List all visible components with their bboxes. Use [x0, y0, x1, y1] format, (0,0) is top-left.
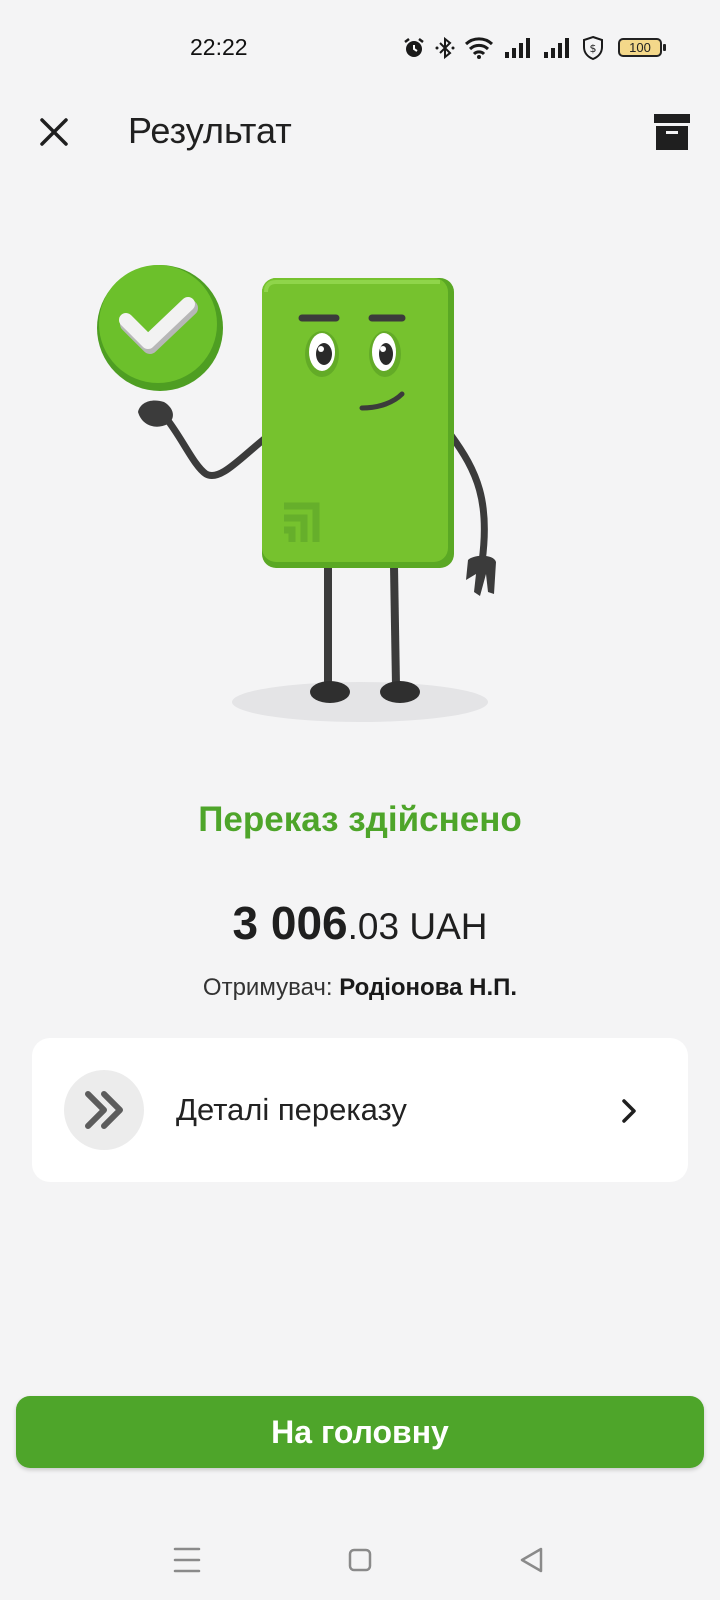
nav-home-button[interactable]: [336, 1536, 384, 1584]
transfer-status: Переказ здійснено: [198, 800, 522, 839]
battery-indicator: 100: [618, 38, 666, 57]
close-icon: [40, 118, 68, 146]
mascot-right-arm: [446, 430, 488, 566]
recipient-name: Родіонова Н.П.: [339, 974, 518, 1001]
success-mascot-illustration: [97, 265, 496, 722]
menu-icon: [173, 1547, 201, 1573]
recipient-line: Отримувач: Родіонова Н.П.: [0, 974, 720, 1002]
page-title: Результат: [128, 110, 292, 151]
check-badge-icon: [97, 265, 223, 391]
signal-icon: [544, 38, 569, 58]
nav-back-button[interactable]: [508, 1536, 556, 1584]
svg-text:$: $: [590, 42, 597, 55]
go-home-button[interactable]: На головну: [16, 1396, 704, 1468]
archive-button[interactable]: [648, 108, 696, 156]
shield-dollar-icon: $: [583, 35, 603, 61]
alarm-icon: [404, 38, 424, 57]
signal-icon: [505, 38, 530, 58]
app-bar: Результат: [0, 96, 720, 168]
chevron-right-icon: [622, 1099, 636, 1123]
back-triangle-icon: [520, 1547, 543, 1573]
amount-cents: .03: [347, 906, 400, 947]
nav-menu-button[interactable]: [163, 1536, 211, 1584]
mascot-right-hand: [466, 555, 496, 596]
home-square-icon: [348, 1548, 372, 1572]
system-nav-bar: [0, 1520, 720, 1600]
wifi-icon: [464, 37, 494, 59]
archive-icon: [654, 114, 690, 150]
amount-main: 3 006: [232, 897, 348, 949]
status-time: 22:22: [190, 34, 248, 60]
transfer-amount: 3 006.03 UAH: [0, 896, 720, 950]
recipient-label: Отримувач:: [202, 974, 340, 1001]
status-icons: $: [402, 34, 605, 62]
mascot-left-hand: [138, 400, 173, 427]
double-chevron-right-icon: [85, 1091, 123, 1129]
amount-currency: UAH: [399, 906, 488, 947]
status-bar: 22:22 $ 100: [0, 0, 720, 96]
details-icon-circle: [64, 1070, 144, 1150]
mascot-right-leg: [390, 565, 400, 687]
mascot-right-foot: [380, 681, 420, 703]
mascot-left-arm: [162, 414, 272, 479]
close-button[interactable]: [28, 106, 80, 158]
mascot-left-foot: [310, 681, 350, 703]
transfer-details-button[interactable]: Деталі переказу: [32, 1038, 688, 1182]
bluetooth-icon: [435, 36, 455, 60]
details-label: Деталі переказу: [176, 1092, 407, 1127]
mascot-shadow: [232, 682, 488, 722]
